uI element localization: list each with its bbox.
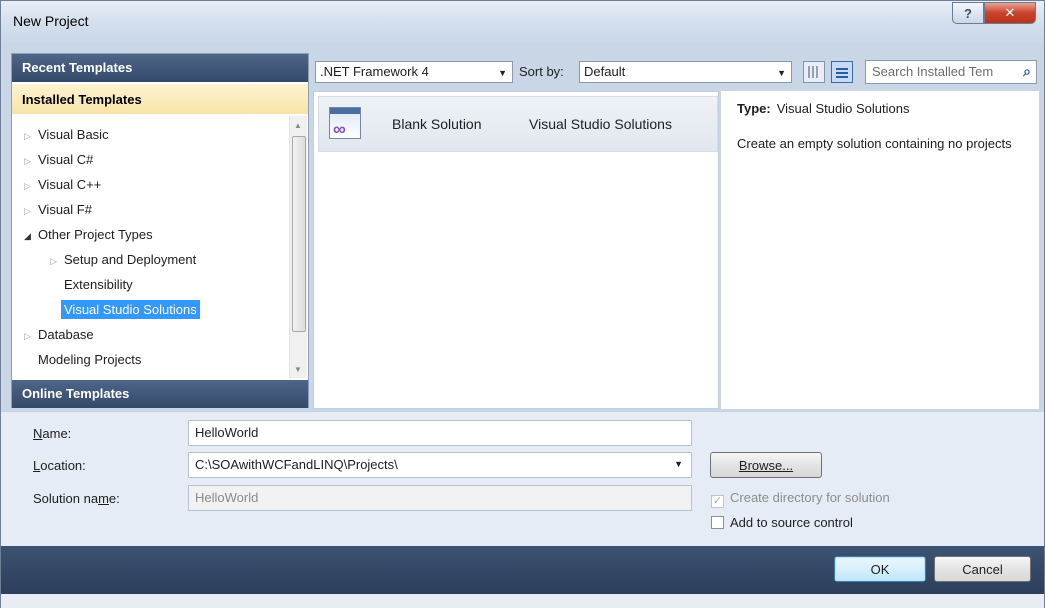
name-label: Name: bbox=[33, 426, 72, 441]
help-icon: ? bbox=[964, 5, 972, 21]
template-list: ∞ Blank Solution Visual Studio Solutions bbox=[313, 91, 719, 409]
expand-arrow-icon[interactable]: ▷ bbox=[24, 325, 38, 347]
online-templates-header[interactable]: Online Templates bbox=[12, 380, 308, 408]
name-field[interactable]: HelloWorld bbox=[188, 420, 692, 446]
search-icon[interactable]: ⌕ bbox=[1023, 63, 1031, 80]
expand-arrow-icon[interactable]: ▷ bbox=[24, 200, 38, 222]
tree-item-other-project-types[interactable]: ◢ Other Project Types bbox=[24, 224, 153, 246]
close-icon: ✕ bbox=[1004, 5, 1016, 20]
template-item-blank-solution[interactable]: ∞ Blank Solution Visual Studio Solutions bbox=[318, 96, 718, 152]
template-category: Visual Studio Solutions bbox=[529, 116, 672, 132]
tree-item-database[interactable]: ▷ Database bbox=[24, 324, 94, 346]
sort-select[interactable]: Default ▼ bbox=[579, 61, 792, 83]
dialog-footer: OK Cancel bbox=[1, 546, 1044, 594]
template-categories-pane: Recent Templates Installed Templates ▷ Vi… bbox=[11, 53, 309, 408]
recent-templates-header[interactable]: Recent Templates bbox=[12, 54, 308, 82]
sort-by-label: Sort by: bbox=[519, 64, 564, 79]
grid-view-icon bbox=[808, 66, 820, 78]
window-title: New Project bbox=[13, 13, 89, 29]
tree-item-visual-cpp[interactable]: ▷ Visual C++ bbox=[24, 174, 101, 196]
list-view-icon bbox=[836, 66, 848, 78]
search-installed-templates-input[interactable]: Search Installed Tem ⌕ bbox=[865, 60, 1037, 84]
tree-item-visual-studio-solutions[interactable]: Visual Studio Solutions bbox=[61, 299, 200, 321]
tree-item-visual-csharp[interactable]: ▷ Visual C# bbox=[24, 149, 93, 171]
details-view-button[interactable] bbox=[831, 61, 853, 83]
cancel-button[interactable]: Cancel bbox=[934, 556, 1031, 582]
tree-scrollbar[interactable]: ▲ ▼ bbox=[289, 116, 307, 378]
expand-arrow-icon[interactable]: ▷ bbox=[24, 150, 38, 172]
small-icons-view-button[interactable] bbox=[803, 61, 825, 83]
tree-item-setup-and-deployment[interactable]: ▷ Setup and Deployment bbox=[50, 249, 196, 271]
scroll-up-icon[interactable]: ▲ bbox=[294, 121, 302, 130]
location-label: Location: bbox=[33, 458, 86, 473]
installed-templates-header[interactable]: Installed Templates bbox=[12, 84, 308, 114]
create-directory-checkbox[interactable]: ✓ Create directory for solution bbox=[711, 490, 890, 508]
bottom-strip bbox=[1, 594, 1044, 608]
solution-name-field[interactable]: HelloWorld bbox=[188, 485, 692, 511]
close-button[interactable]: ✕ bbox=[984, 2, 1036, 24]
chevron-down-icon[interactable]: ▼ bbox=[674, 459, 683, 469]
tree-item-visual-fsharp[interactable]: ▷ Visual F# bbox=[24, 199, 92, 221]
blank-solution-icon: ∞ bbox=[329, 107, 361, 139]
checkmark-icon: ✓ bbox=[711, 495, 724, 508]
expand-arrow-icon[interactable]: ▷ bbox=[50, 250, 64, 272]
template-description-text: Create an empty solution containing no p… bbox=[737, 136, 1012, 151]
expand-arrow-icon[interactable]: ▷ bbox=[24, 125, 38, 147]
expand-arrow-icon[interactable]: ▷ bbox=[24, 175, 38, 197]
tree-item-extensibility[interactable]: Extensibility bbox=[64, 274, 133, 296]
scroll-down-icon[interactable]: ▼ bbox=[294, 365, 302, 374]
template-description-pane: Type: Visual Studio Solutions Create an e… bbox=[721, 91, 1039, 409]
collapse-arrow-icon[interactable]: ◢ bbox=[24, 225, 38, 247]
browse-button[interactable]: Browse... bbox=[710, 452, 822, 478]
chevron-down-icon: ▼ bbox=[777, 68, 786, 78]
tree-item-modeling-projects[interactable]: Modeling Projects bbox=[38, 349, 141, 371]
chevron-down-icon: ▼ bbox=[498, 68, 507, 78]
title-bar: New Project ? ✕ bbox=[1, 1, 1044, 43]
scrollbar-thumb[interactable] bbox=[292, 136, 306, 332]
location-field[interactable]: C:\SOAwithWCFandLINQ\Projects\ ▼ bbox=[188, 452, 692, 478]
add-to-source-control-checkbox[interactable]: Add to source control bbox=[711, 515, 853, 530]
ok-button[interactable]: OK bbox=[834, 556, 926, 582]
solution-name-label: Solution name: bbox=[33, 491, 120, 506]
template-type: Type: Visual Studio Solutions bbox=[737, 101, 910, 116]
template-name: Blank Solution bbox=[392, 116, 482, 132]
framework-select[interactable]: .NET Framework 4 ▼ bbox=[315, 61, 513, 83]
project-details-form: Name: HelloWorld Location: C:\SOAwithWCF… bbox=[1, 411, 1044, 546]
template-tree: ▷ Visual Basic ▷ Visual C# ▷ Visual C++ ▷ Vi… bbox=[12, 124, 288, 376]
help-button[interactable]: ? bbox=[952, 2, 984, 24]
new-project-dialog: New Project ? ✕ Recent Templates Install… bbox=[0, 0, 1045, 608]
tree-item-visual-basic[interactable]: ▷ Visual Basic bbox=[24, 124, 109, 146]
